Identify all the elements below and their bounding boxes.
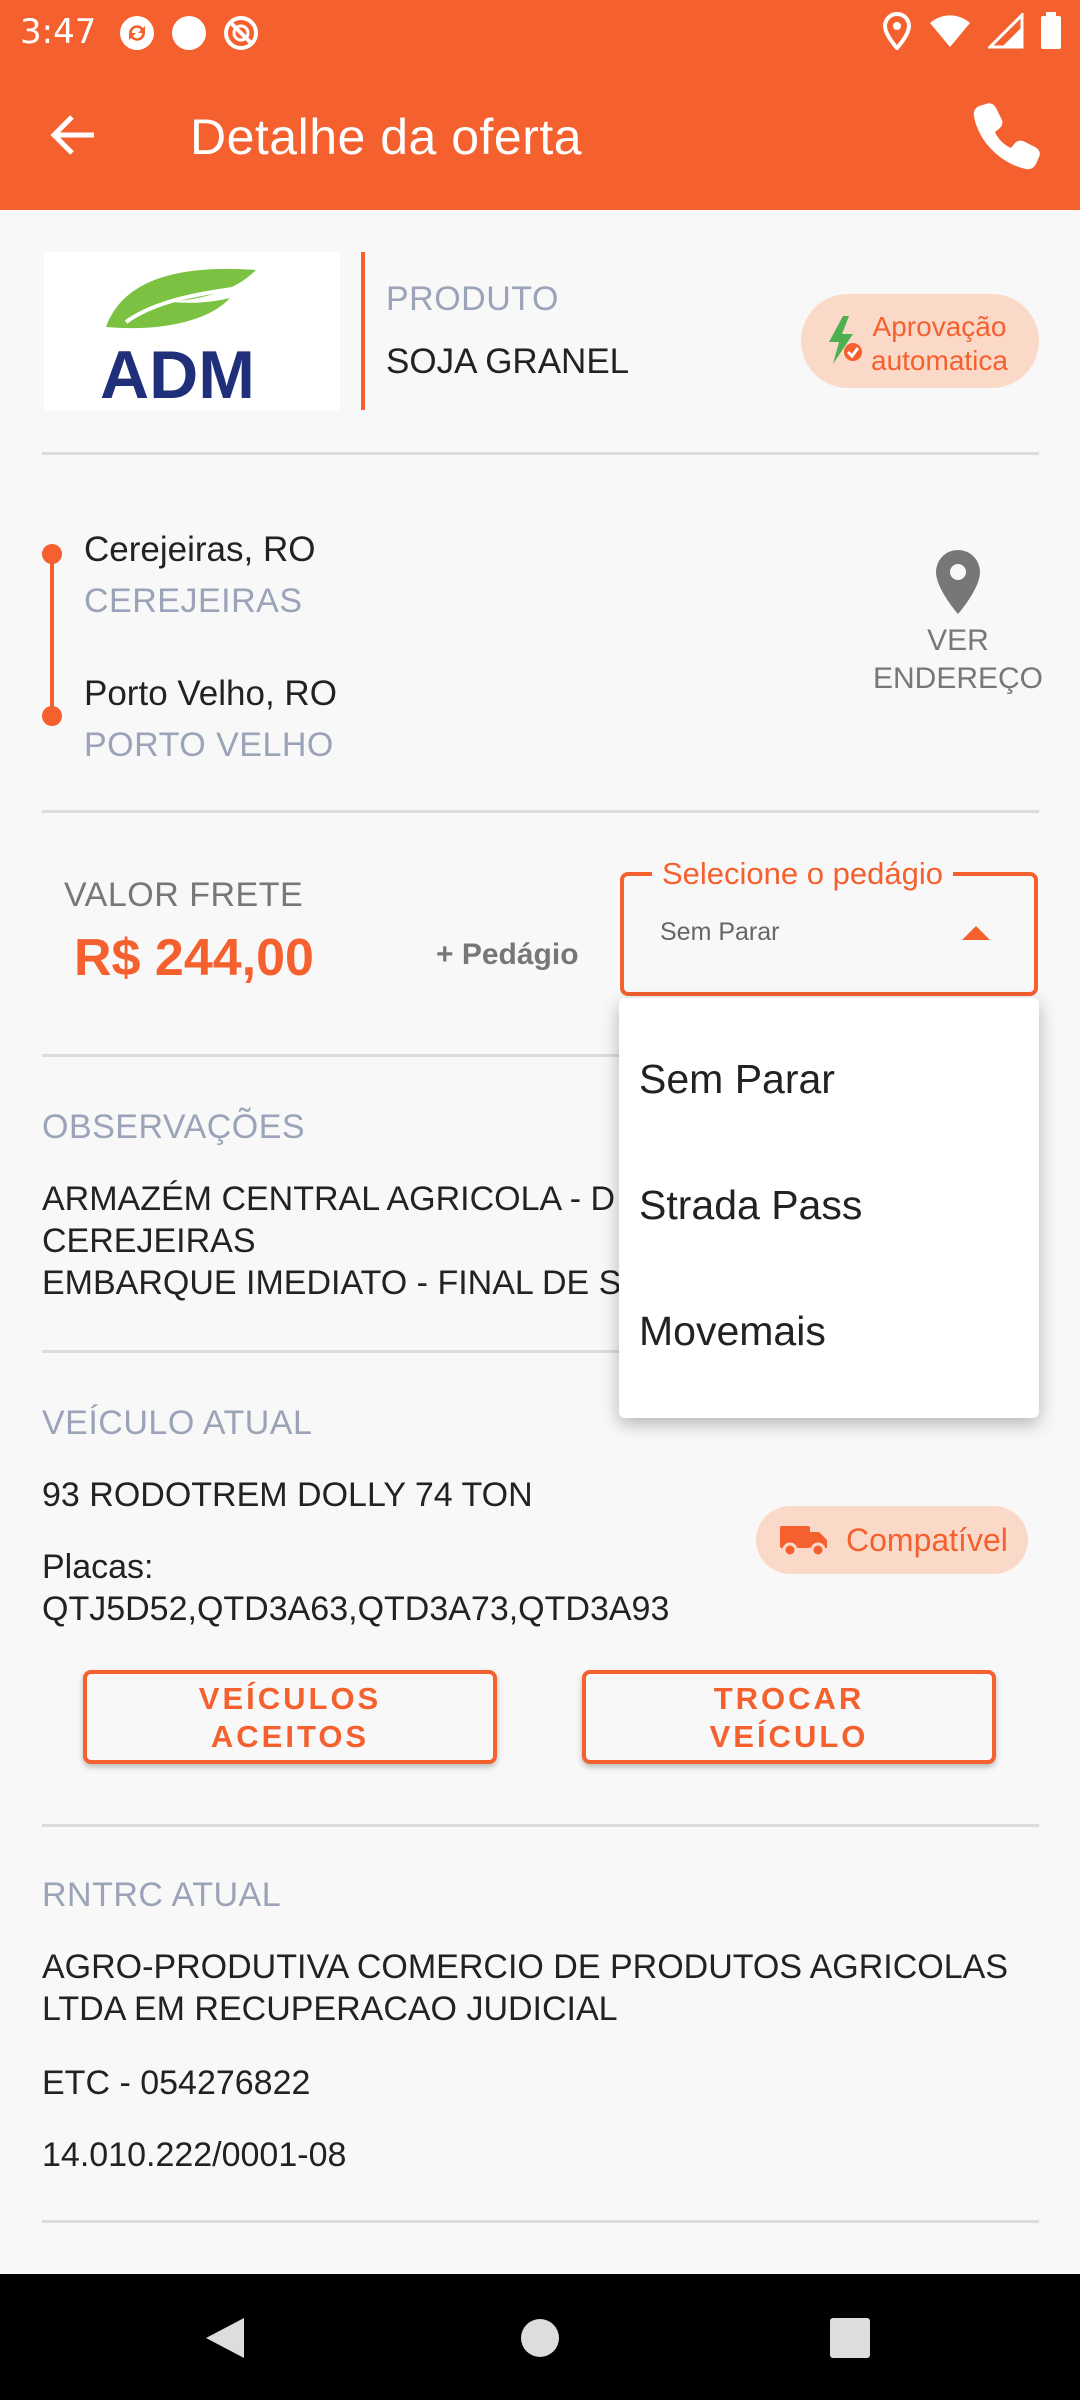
toll-suffix: + Pedágio [436,938,579,971]
page-title: Detalhe da oferta [190,109,583,165]
origin-sub: CEREJEIRAS [84,582,303,620]
plates-label: Placas: [42,1548,154,1586]
divider [42,810,1039,813]
observations-label: OBSERVAÇÕES [42,1108,306,1146]
route-line [50,554,54,716]
app-bar: Detalhe da oferta [0,64,1080,210]
lightning-check-icon [829,316,862,364]
divider [42,2220,1039,2223]
system-nav-bar [0,2274,1080,2400]
freight-label: VALOR FRETE [64,876,304,914]
origin-dot [42,544,62,564]
view-address-line1: VER [927,624,989,657]
caret-up-icon[interactable] [962,926,990,940]
company-logo: ADM [44,252,340,413]
nav-back-icon[interactable] [204,2316,246,2360]
observations-line: EMBARQUE IMEDIATO - FINAL DE S [42,1264,622,1302]
dropdown-option-sem-parar[interactable]: Sem Parar [639,1056,835,1103]
wifi-icon [930,15,970,47]
observations-text: ARMAZÉM CENTRAL AGRICOLA - D CEREJEIRAS … [42,1178,621,1304]
rntrc-cnpj: 14.010.222/0001-08 [42,2136,347,2174]
sync-icon [120,16,154,50]
vehicle-name: 93 RODOTREM DOLLY 74 TON [42,1476,533,1514]
back-arrow-icon[interactable] [48,110,98,160]
rntrc-label: RNTRC ATUAL [42,1876,282,1914]
toll-select-label: Selecione o pedágio [652,856,953,892]
divider [42,1824,1039,1827]
rntrc-company-line2: LTDA EM RECUPERACAO JUDICIAL [42,1990,618,2028]
compatible-text: Compatível [846,1522,1008,1558]
battery-icon [1041,12,1061,49]
map-pin-icon [936,550,980,614]
phone-icon[interactable] [972,100,1042,170]
vehicle-label: VEÍCULO ATUAL [42,1404,313,1442]
destination-dot [42,706,62,726]
dropdown-option-movemais[interactable]: Movemais [639,1308,826,1355]
origin-city: Cerejeiras, RO [84,530,316,569]
nav-recents-icon[interactable] [830,2318,870,2358]
toll-select-value: Sem Parar [660,918,780,946]
accepted-vehicles-line1: VEÍCULOS [198,1681,382,1716]
accepted-vehicles-button[interactable]: VEÍCULOS ACEITOS [83,1670,497,1764]
freight-value: R$ 244,00 [74,929,314,987]
product-label: PRODUTO [386,280,559,318]
divider [42,452,1039,455]
status-time: 3:47 [20,12,97,52]
status-bar: 3:47 [0,0,1080,64]
vehicle-plates: Placas: QTJ5D52,QTD3A63,QTD3A73,QTD3A93 [42,1546,669,1630]
auto-approval-line1: Aprovação [872,311,1007,342]
blocked-icon [224,16,258,50]
signal-icon [988,13,1024,49]
dropdown-option-strada-pass[interactable]: Strada Pass [639,1182,862,1229]
plates-value: QTJ5D52,QTD3A63,QTD3A73,QTD3A93 [42,1590,670,1628]
destination-sub: PORTO VELHO [84,726,334,764]
product-value: SOJA GRANEL [386,342,630,381]
circle-icon [172,16,206,50]
truck-icon [780,1526,827,1558]
rntrc-company-line1: AGRO-PRODUTIVA COMERCIO DE PRODUTOS AGRI… [42,1948,1008,1986]
logo-text: ADM [100,337,255,410]
toll-dropdown-menu: Sem Parar Strada Pass Movemais [619,998,1039,1418]
change-vehicle-line2: VEÍCULO [709,1719,869,1754]
compatible-badge: Compatível [756,1506,1028,1574]
product-separator [361,252,365,410]
auto-approval-badge: Aprovação automatica [801,294,1039,388]
view-address-line2: ENDEREÇO [872,662,1044,695]
rntrc-company: AGRO-PRODUTIVA COMERCIO DE PRODUTOS AGRI… [42,1946,1008,2030]
accepted-vehicles-line2: ACEITOS [210,1719,370,1754]
observations-line: CEREJEIRAS [42,1222,256,1260]
observations-line: ARMAZÉM CENTRAL AGRICOLA - D [42,1180,616,1218]
view-address-button[interactable]: VER ENDEREÇO [868,548,1048,698]
change-vehicle-button[interactable]: TROCAR VEÍCULO [582,1670,996,1764]
destination-city: Porto Velho, RO [84,674,337,713]
auto-approval-line2: automatica [871,345,1008,376]
location-icon [882,12,912,50]
change-vehicle-line1: TROCAR [713,1681,865,1716]
rntrc-etc: ETC - 054276822 [42,2064,311,2102]
nav-home-icon[interactable] [520,2318,560,2358]
